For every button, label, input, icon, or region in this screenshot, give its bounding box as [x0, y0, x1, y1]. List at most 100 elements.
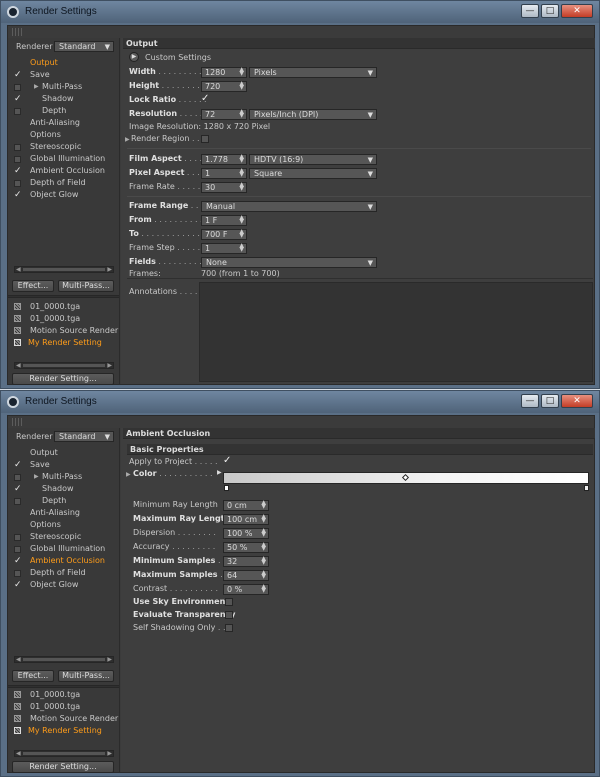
render-setting-item[interactable]: My Render Setting	[8, 725, 119, 737]
spinner-icon[interactable]: ▲ ▼	[261, 584, 266, 594]
spinner-icon[interactable]: ▲ ▼	[239, 229, 244, 239]
render-setting-item[interactable]: 01_0000.tga	[8, 301, 119, 313]
scroll-left-icon[interactable]: ◀	[16, 266, 21, 273]
checkmark-icon[interactable]: ✓	[14, 71, 22, 80]
scroll-thumb[interactable]	[23, 658, 105, 661]
scroll-right-icon[interactable]: ▶	[107, 750, 112, 757]
scroll-left-icon[interactable]: ◀	[16, 362, 21, 369]
max-ray-input[interactable]: 100 cm ▲ ▼	[223, 514, 269, 525]
basic-properties-header[interactable]: Basic Properties	[127, 444, 593, 455]
checkmark-icon[interactable]: ✓	[14, 557, 22, 566]
tree-item-shadow[interactable]: ✓ Shadow	[8, 483, 119, 495]
list-scrollbar[interactable]: ◀ ▶	[14, 750, 114, 757]
tree-item-shadow[interactable]: ✓ Shadow	[8, 93, 119, 105]
to-input[interactable]: 700 F ▲ ▼	[201, 229, 247, 240]
width-unit-dropdown[interactable]: Pixels ▼	[249, 67, 377, 78]
tree-item-save[interactable]: ✓ Save	[8, 459, 119, 471]
pixel-aspect-dropdown[interactable]: Square ▼	[249, 168, 377, 179]
expand-arrow-icon[interactable]: ▶	[34, 471, 39, 483]
tree-item-anti-aliasing[interactable]: Anti-Aliasing	[8, 117, 119, 129]
spinner-icon[interactable]: ▲ ▼	[261, 542, 266, 552]
multipass-button[interactable]: Multi-Pass...	[58, 670, 114, 682]
list-scrollbar[interactable]: ◀ ▶	[14, 362, 114, 369]
resolution-unit-dropdown[interactable]: Pixels/Inch (DPI) ▼	[249, 109, 377, 120]
render-region-checkbox[interactable]	[201, 135, 209, 143]
checkmark-icon[interactable]: ✓	[14, 461, 22, 470]
checkbox[interactable]	[14, 179, 22, 187]
tree-item-depth[interactable]: Depth	[8, 105, 119, 117]
play-icon[interactable]: ▶	[129, 52, 139, 62]
fields-dropdown[interactable]: None ▼	[201, 257, 377, 268]
effect-button[interactable]: Effect...	[12, 280, 54, 292]
render-setting-item[interactable]: 01_0000.tga	[8, 313, 119, 325]
spinner-icon[interactable]: ▲ ▼	[261, 528, 266, 538]
frame-rate-input[interactable]: 30 ▲ ▼	[201, 182, 247, 193]
min-ray-input[interactable]: 0 cm ▲ ▼	[223, 500, 269, 511]
expand-arrow-icon[interactable]: ▶	[34, 81, 39, 93]
spinner-icon[interactable]: ▲ ▼	[261, 500, 266, 510]
tree-item-object-glow[interactable]: ✓ Object Glow	[8, 189, 119, 201]
transparency-checkbox[interactable]	[225, 611, 233, 619]
tree-item-save[interactable]: ✓ Save	[8, 69, 119, 81]
render-setting-item[interactable]: 01_0000.tga	[8, 689, 119, 701]
lock-ratio-checkbox[interactable]	[201, 93, 209, 104]
scroll-right-icon[interactable]: ▶	[107, 266, 112, 273]
contrast-input[interactable]: 0 % ▲ ▼	[223, 584, 269, 595]
tree-item-stereoscopic[interactable]: Stereoscopic	[8, 531, 119, 543]
self-shadow-checkbox[interactable]	[225, 624, 233, 632]
minimize-button[interactable]: —	[521, 4, 539, 18]
checkmark-icon[interactable]: ✓	[14, 167, 22, 176]
width-input[interactable]: 1280 ▲ ▼	[201, 67, 247, 78]
minimize-button[interactable]: —	[521, 394, 539, 408]
tree-item-options[interactable]: Options	[8, 129, 119, 141]
tree-item-output[interactable]: Output	[8, 447, 119, 459]
tree-scrollbar[interactable]: ◀ ▶	[14, 656, 114, 663]
scroll-thumb[interactable]	[23, 268, 105, 271]
spinner-icon[interactable]: ▲ ▼	[239, 154, 244, 164]
spinner-icon[interactable]: ▲ ▼	[239, 81, 244, 91]
grip-handle-icon[interactable]	[12, 418, 24, 426]
tree-item-anti-aliasing[interactable]: Anti-Aliasing	[8, 507, 119, 519]
scroll-thumb[interactable]	[23, 364, 105, 367]
scroll-right-icon[interactable]: ▶	[107, 656, 112, 663]
maximize-button[interactable]: □	[541, 4, 559, 18]
checkmark-icon[interactable]: ✓	[14, 581, 22, 590]
render-setting-button[interactable]: Render Setting...	[12, 373, 114, 385]
resolution-input[interactable]: 72 ▲ ▼	[201, 109, 247, 120]
tree-item-object-glow[interactable]: ✓ Object Glow	[8, 579, 119, 591]
render-setting-item[interactable]: My Render Setting	[8, 337, 119, 349]
checkbox[interactable]	[14, 497, 22, 505]
expand-arrow-icon[interactable]: ▶	[125, 136, 130, 143]
from-input[interactable]: 1 F ▲ ▼	[201, 215, 247, 226]
checkmark-icon[interactable]: ✓	[14, 95, 22, 104]
checkmark-icon[interactable]: ✓	[14, 191, 22, 200]
film-aspect-input[interactable]: 1.778 ▲ ▼	[201, 154, 247, 165]
accuracy-input[interactable]: 50 % ▲ ▼	[223, 542, 269, 553]
renderer-dropdown[interactable]: Standard ▼	[54, 431, 114, 442]
checkbox[interactable]	[14, 473, 22, 481]
checkbox[interactable]	[14, 143, 22, 151]
spinner-icon[interactable]: ▲ ▼	[261, 556, 266, 566]
tree-item-global-illumination[interactable]: Global Illumination	[8, 543, 119, 555]
tree-item-stereoscopic[interactable]: Stereoscopic	[8, 141, 119, 153]
checkbox[interactable]	[14, 83, 22, 91]
spinner-icon[interactable]: ▲ ▼	[239, 67, 244, 77]
multipass-button[interactable]: Multi-Pass...	[58, 280, 114, 292]
max-samples-input[interactable]: 64 ▲ ▼	[223, 570, 269, 581]
checkbox[interactable]	[14, 545, 22, 553]
checkbox[interactable]	[14, 107, 22, 115]
apply-checkbox[interactable]	[223, 455, 231, 466]
annotations-textarea[interactable]	[199, 282, 593, 382]
spinner-icon[interactable]: ▲ ▼	[261, 514, 266, 524]
sky-checkbox[interactable]	[225, 598, 233, 606]
render-setting-item[interactable]: Motion Source Render	[8, 325, 119, 337]
gradient-knot-right[interactable]	[584, 485, 589, 491]
dispersion-input[interactable]: 100 % ▲ ▼	[223, 528, 269, 539]
tree-item-ambient-occlusion[interactable]: ✓ Ambient Occlusion	[8, 555, 119, 567]
tree-item-ambient-occlusion[interactable]: ✓ Ambient Occlusion	[8, 165, 119, 177]
tree-item-global-illumination[interactable]: Global Illumination	[8, 153, 119, 165]
close-button[interactable]: ✕	[561, 394, 593, 408]
title-bar[interactable]: Render Settings — □ ✕	[1, 1, 599, 23]
checkbox[interactable]	[14, 155, 22, 163]
renderer-dropdown[interactable]: Standard ▼	[54, 41, 114, 52]
